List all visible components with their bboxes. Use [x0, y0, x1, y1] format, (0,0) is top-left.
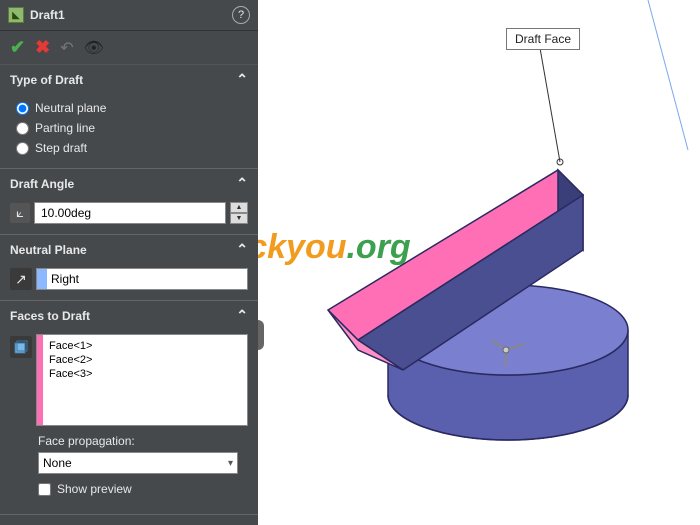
faces-list[interactable]: Face<1> Face<2> Face<3>	[36, 334, 248, 426]
section-header-faces[interactable]: Faces to Draft ⌃	[0, 301, 258, 330]
draft-feature-icon: ◣	[8, 7, 24, 23]
type-header-label: Type of Draft	[10, 73, 83, 87]
section-header-plane[interactable]: Neutral Plane ⌃	[0, 235, 258, 264]
section-faces-to-draft: Faces to Draft ⌃ Face<1> Face<2> Face<3>…	[0, 301, 258, 515]
propagation-select[interactable]: None ▾	[38, 452, 238, 474]
viewport-3d[interactable]: Draft Face luckyou.org	[258, 0, 700, 525]
faces-selection-icon	[10, 336, 32, 358]
reverse-direction-icon[interactable]: ↗	[10, 268, 32, 290]
radio-parting-line[interactable]: Parting line	[10, 118, 248, 138]
section-draft-angle: Draft Angle ⌃ ⟀ ▲ ▼	[0, 169, 258, 235]
chevron-down-icon: ▾	[228, 458, 233, 469]
draft-face-callout[interactable]: Draft Face	[506, 28, 580, 50]
feature-header: ◣ Draft1 ?	[0, 0, 258, 31]
undo-button[interactable]: ↶	[60, 38, 73, 58]
propagation-value: None	[43, 456, 72, 470]
section-header-type[interactable]: Type of Draft ⌃	[0, 65, 258, 94]
callout-leader	[540, 48, 560, 162]
radio-parting-input[interactable]	[16, 122, 29, 135]
help-icon[interactable]: ?	[232, 6, 250, 24]
show-preview-checkbox[interactable]	[38, 483, 51, 496]
propagation-label: Face propagation:	[10, 426, 248, 452]
cancel-button[interactable]: ✖	[35, 37, 50, 58]
list-item[interactable]: Face<3>	[47, 367, 243, 381]
feature-title: Draft1	[30, 8, 232, 22]
chevron-up-icon: ⌃	[236, 175, 248, 192]
draft-angle-input[interactable]	[34, 202, 226, 224]
angle-header-label: Draft Angle	[10, 177, 74, 191]
chevron-up-icon: ⌃	[236, 71, 248, 88]
radio-step-label: Step draft	[35, 141, 87, 155]
ok-button[interactable]: ✔	[10, 37, 25, 58]
radio-step-draft[interactable]: Step draft	[10, 138, 248, 158]
neutral-plane-field[interactable]: Right	[36, 268, 248, 290]
angle-spinner: ▲ ▼	[230, 202, 248, 224]
section-type-of-draft: Type of Draft ⌃ Neutral plane Parting li…	[0, 65, 258, 169]
list-item[interactable]: Face<2>	[47, 353, 243, 367]
axis-line	[648, 0, 688, 150]
angle-spin-down[interactable]: ▼	[230, 213, 248, 224]
radio-parting-label: Parting line	[35, 121, 95, 135]
radio-step-input[interactable]	[16, 142, 29, 155]
chevron-up-icon: ⌃	[236, 241, 248, 258]
action-row: ✔ ✖ ↶ 👁	[0, 31, 258, 65]
plane-header-label: Neutral Plane	[10, 243, 87, 257]
radio-neutral-label: Neutral plane	[35, 101, 106, 115]
model-svg	[258, 0, 700, 525]
angle-spin-up[interactable]: ▲	[230, 202, 248, 213]
property-panel: ◣ Draft1 ? ✔ ✖ ↶ 👁 Type of Draft ⌃ Neutr…	[0, 0, 258, 525]
show-preview-row[interactable]: Show preview	[10, 474, 248, 504]
radio-neutral-input[interactable]	[16, 102, 29, 115]
section-header-angle[interactable]: Draft Angle ⌃	[0, 169, 258, 198]
faces-header-label: Faces to Draft	[10, 309, 90, 323]
preview-eye-icon[interactable]: 👁	[84, 38, 104, 58]
show-preview-label: Show preview	[57, 482, 132, 496]
selection-highlight	[37, 269, 47, 289]
neutral-plane-value: Right	[47, 269, 83, 289]
chevron-up-icon: ⌃	[236, 307, 248, 324]
list-item[interactable]: Face<1>	[47, 339, 243, 353]
angle-icon: ⟀	[10, 203, 30, 223]
radio-neutral-plane[interactable]: Neutral plane	[10, 98, 248, 118]
section-neutral-plane: Neutral Plane ⌃ ↗ Right	[0, 235, 258, 301]
